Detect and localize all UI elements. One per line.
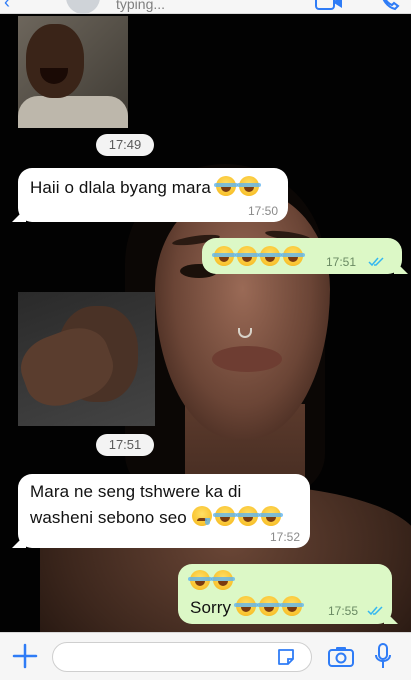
joy-emoji [235, 506, 260, 526]
message-text: Haii o dlala byang mara [30, 178, 211, 197]
message-time: 17:51 [326, 255, 357, 269]
outgoing-message[interactable]: Sorry 17:55 [178, 564, 398, 624]
message-time: 17:51 [96, 434, 154, 456]
joy-emoji [188, 570, 212, 590]
joy-emoji [281, 246, 305, 266]
message-time: 17:52 [269, 530, 300, 544]
message-line-2: washeni sebono seo [30, 508, 187, 527]
read-ticks-icon [367, 606, 383, 616]
plus-icon[interactable] [12, 643, 38, 669]
video-call-icon[interactable] [315, 0, 343, 11]
photo-message[interactable] [18, 16, 128, 128]
joy-emoji [256, 596, 281, 616]
avatar-icon[interactable] [66, 0, 100, 14]
typing-status: typing... [116, 0, 166, 12]
joy-emoji [211, 570, 235, 590]
crying-emoji [191, 506, 212, 526]
phone-icon[interactable] [379, 0, 401, 11]
message-composer [0, 632, 411, 680]
joy-emoji [212, 506, 237, 526]
back-arrow-icon[interactable]: ‹ [4, 0, 10, 11]
photo-message[interactable] [18, 292, 155, 426]
joy-emoji [235, 246, 259, 266]
incoming-message[interactable]: Mara ne seng tshwere ka di washeni sebon… [12, 474, 310, 548]
message-time: 17:50 [247, 204, 278, 218]
message-line-1: Mara ne seng tshwere ka di [30, 482, 242, 501]
incoming-message[interactable]: Haii o dlala byang mara 17:50 [12, 168, 288, 222]
message-text: Sorry [190, 598, 232, 617]
chat-header: ‹ typing... [0, 0, 411, 14]
rofl-emoji [279, 596, 304, 616]
read-ticks-icon [368, 257, 384, 267]
joy-emoji [212, 246, 236, 266]
joy-emoji [258, 506, 283, 526]
message-time: 17:49 [96, 134, 154, 156]
message-time: 17:55 [328, 604, 359, 618]
message-input[interactable] [52, 642, 312, 672]
outgoing-message[interactable]: 17:51 [202, 238, 408, 274]
joy-emoji [258, 246, 282, 266]
sticker-icon[interactable] [276, 647, 296, 667]
camera-icon[interactable] [328, 645, 354, 667]
mic-icon[interactable] [374, 643, 392, 669]
joy-emoji [236, 176, 261, 196]
joy-emoji [233, 596, 258, 616]
joy-emoji [213, 176, 238, 196]
